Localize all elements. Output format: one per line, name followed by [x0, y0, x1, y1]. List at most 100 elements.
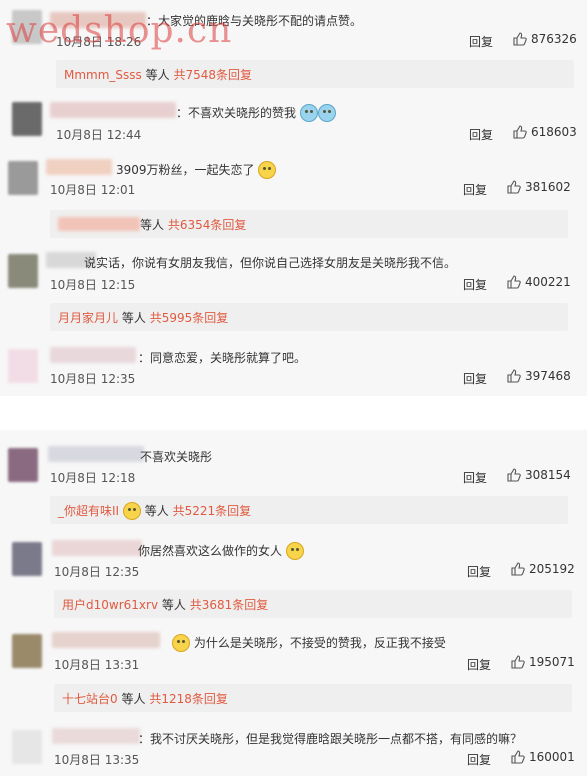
- thumbs-up-icon: [513, 32, 527, 46]
- like-count: 205192: [529, 562, 575, 576]
- reply-button[interactable]: 回复: [463, 469, 487, 486]
- sub-reply-user: 月月家月儿: [58, 311, 119, 325]
- thumbs-up-icon: [507, 369, 521, 383]
- reply-button[interactable]: 回复: [469, 126, 493, 143]
- sub-reply-deng: 等人: [140, 218, 165, 232]
- comment-time: 10月8日 12:18: [50, 471, 136, 485]
- avatar[interactable]: [8, 254, 38, 288]
- sub-reply-deng: 等人: [161, 598, 186, 612]
- like-count: 160001: [529, 750, 575, 764]
- sub-replies[interactable]: 等人 共6354条回复: [50, 210, 568, 238]
- like-button[interactable]: 205192: [511, 562, 575, 576]
- reply-button[interactable]: 回复: [467, 751, 491, 768]
- comment-time: 10月8日 12:01: [50, 183, 136, 197]
- sub-replies-text: _你超有味II 等人 共5221条回复: [58, 502, 251, 520]
- sub-reply-user: 用户d10wr61xrv: [62, 598, 159, 612]
- smile-emoji-icon: [258, 161, 277, 179]
- reply-button[interactable]: 回复: [463, 276, 487, 293]
- sub-replies-text: Mmmm_Ssss 等人 共7548条回复: [64, 66, 252, 83]
- sub-replies-text: 等人 共6354条回复: [58, 216, 246, 233]
- smile-emoji-icon: [172, 634, 190, 652]
- avatar[interactable]: [12, 730, 42, 764]
- sub-reply-count: 共5995条回复: [149, 311, 229, 325]
- like-button[interactable]: 400221: [507, 275, 571, 289]
- thumbs-up-icon: [511, 562, 525, 576]
- avatar[interactable]: [8, 448, 38, 482]
- reply-button[interactable]: 回复: [467, 563, 491, 580]
- like-button[interactable]: 160001: [511, 750, 575, 764]
- like-count: 618603: [531, 125, 577, 139]
- sub-replies[interactable]: 月月家月儿 等人 共5995条回复: [50, 303, 568, 331]
- avatar[interactable]: [8, 161, 38, 195]
- sub-replies-text: 十七站台0 等人 共1218条回复: [62, 690, 228, 707]
- sub-reply-count: 共6354条回复: [167, 218, 247, 232]
- username-blurred[interactable]: [52, 728, 140, 744]
- thumbs-up-icon: [507, 275, 521, 289]
- reply-button[interactable]: 回复: [469, 33, 493, 50]
- like-button[interactable]: 381602: [507, 180, 571, 194]
- sub-reply-deng: 等人: [145, 68, 170, 82]
- sub-reply-user: _你超有味II: [58, 504, 120, 518]
- watermark: wedshop.cn: [6, 10, 233, 51]
- like-count: 876326: [531, 32, 577, 46]
- sub-reply-count: 共3681条回复: [189, 598, 269, 612]
- sub-reply-deng: 等人: [121, 311, 146, 325]
- comment-text: 为什么是关晓彤，不接受的赞我，反正我不接受: [172, 634, 446, 652]
- comment-time: 10月8日 12:35: [50, 372, 136, 386]
- sub-reply-user: 十七站台0: [62, 692, 118, 706]
- avatar[interactable]: [12, 634, 42, 668]
- panel-gap: [0, 396, 587, 430]
- avatar[interactable]: [12, 102, 42, 136]
- like-count: 397468: [525, 369, 571, 383]
- laughing-emoji-icon: [285, 542, 304, 560]
- like-count: 381602: [525, 180, 571, 194]
- comment-text: ：不喜欢关晓彤的赞我: [176, 104, 336, 122]
- like-count: 400221: [525, 275, 571, 289]
- sub-replies[interactable]: 十七站台0 等人 共1218条回复: [54, 684, 572, 712]
- comment-text: ：同意恋爱，关晓彤就算了吧。: [138, 351, 307, 365]
- thumbs-up-icon: [507, 468, 521, 482]
- sub-reply-count: 共5221条回复: [172, 504, 252, 518]
- reply-button[interactable]: 回复: [463, 181, 487, 198]
- crying-emoji-icon: [317, 104, 336, 122]
- username-blurred[interactable]: [50, 102, 176, 118]
- thumbs-up-icon: [513, 125, 527, 139]
- username-blurred[interactable]: [50, 347, 136, 363]
- comment-text: 你居然喜欢这么做作的女人: [138, 542, 304, 560]
- avatar[interactable]: [8, 349, 38, 383]
- sub-reply-count: 共7548条回复: [173, 68, 253, 82]
- username-blurred[interactable]: [52, 632, 160, 648]
- like-button[interactable]: 876326: [513, 32, 577, 46]
- comment-time: 10月8日 12:35: [54, 565, 140, 579]
- comment-text: 3909万粉丝，一起失恋了: [116, 161, 277, 179]
- username-blurred[interactable]: [46, 159, 112, 175]
- sub-replies[interactable]: Mmmm_Ssss 等人 共7548条回复: [56, 60, 574, 88]
- comment-text: ：我不讨厌关晓彤，但是我觉得鹿晗跟关晓彤一点都不搭，有同感的嘛？: [138, 732, 523, 746]
- sub-replies[interactable]: _你超有味II 等人 共5221条回复: [50, 496, 568, 524]
- sub-replies-text: 用户d10wr61xrv 等人 共3681条回复: [62, 596, 268, 613]
- comment-time: 10月8日 13:31: [54, 658, 140, 672]
- emoji-icon: [122, 502, 141, 520]
- sub-reply-user: Mmmm_Ssss: [64, 68, 142, 82]
- reply-button[interactable]: 回复: [467, 656, 491, 673]
- reply-button[interactable]: 回复: [463, 370, 487, 387]
- like-count: 308154: [525, 468, 571, 482]
- comment-text: 说实话，你说有女朋友我信，但你说自己选择女朋友是关晓彤我不信。: [84, 256, 457, 270]
- sub-replies-text: 月月家月儿 等人 共5995条回复: [58, 309, 228, 326]
- crying-emoji-icon: [299, 104, 318, 122]
- thumbs-up-icon: [511, 750, 525, 764]
- like-button[interactable]: 308154: [507, 468, 571, 482]
- thumbs-up-icon: [511, 655, 525, 669]
- username-blurred[interactable]: [52, 540, 142, 556]
- like-button[interactable]: 195071: [511, 655, 575, 669]
- sub-replies[interactable]: 用户d10wr61xrv 等人 共3681条回复: [54, 590, 572, 618]
- username-blurred[interactable]: [48, 446, 144, 462]
- like-button[interactable]: 618603: [513, 125, 577, 139]
- avatar[interactable]: [12, 542, 42, 576]
- sub-reply-deng: 等人: [144, 504, 169, 518]
- thumbs-up-icon: [507, 180, 521, 194]
- like-count: 195071: [529, 655, 575, 669]
- comment-time: 10月8日 12:44: [56, 128, 142, 142]
- like-button[interactable]: 397468: [507, 369, 571, 383]
- sub-reply-count: 共1218条回复: [149, 692, 228, 706]
